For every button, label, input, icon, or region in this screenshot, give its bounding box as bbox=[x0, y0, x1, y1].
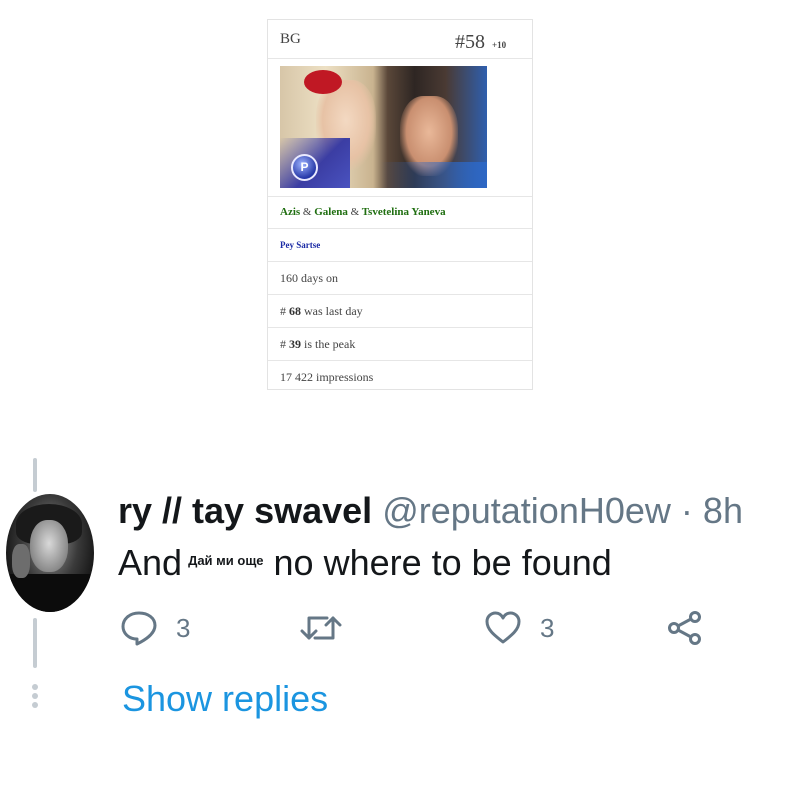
retweet-icon bbox=[300, 616, 342, 640]
days-on-row: 160 days on bbox=[268, 262, 532, 295]
impressions-row: 17 422 impressions bbox=[268, 361, 532, 394]
rank-change: +10 bbox=[492, 40, 507, 50]
impressions-text: 17 422 impressions bbox=[280, 370, 374, 384]
peak-suffix: is the peak bbox=[304, 337, 356, 351]
avatar-image bbox=[6, 494, 94, 612]
last-day-row: # 68 was last day bbox=[268, 295, 532, 328]
thread-line-bottom bbox=[33, 618, 37, 668]
artist-link[interactable]: Tsvetelina Yaneva bbox=[362, 206, 446, 218]
artist-separator: & bbox=[302, 206, 312, 218]
artist-link[interactable]: Galena bbox=[314, 206, 348, 218]
tweet-timestamp[interactable]: 8h bbox=[703, 490, 743, 531]
reply-icon bbox=[121, 611, 157, 646]
record-label-row: Pey Sartse bbox=[268, 229, 532, 262]
tweet-text: And Дай ми още no where to be found bbox=[118, 538, 612, 586]
country-code: BG bbox=[280, 31, 301, 47]
peak-row: # 39 is the peak bbox=[268, 328, 532, 361]
cover-flower bbox=[304, 70, 342, 94]
heart-icon bbox=[485, 611, 521, 644]
avatar[interactable] bbox=[6, 494, 94, 614]
artist-link[interactable]: Azis bbox=[280, 206, 300, 218]
chart-rank: #58 bbox=[455, 31, 485, 53]
last-day-rank: 68 bbox=[289, 304, 301, 318]
days-on-text: 160 days on bbox=[280, 271, 338, 285]
label-logo-icon: P bbox=[291, 154, 318, 181]
retweet-button[interactable] bbox=[300, 608, 360, 648]
tweet-text-start: And bbox=[118, 542, 183, 583]
thread-dot bbox=[32, 684, 38, 690]
cover-image[interactable]: P bbox=[280, 66, 487, 188]
tweet-text-small: Дай ми още bbox=[188, 553, 264, 568]
header-separator: · bbox=[680, 490, 693, 531]
avatar-face bbox=[30, 520, 68, 572]
chart-entry-card: BG #58 +10 P Azis & Galena & Tsvetelina … bbox=[267, 19, 533, 390]
thread-dot bbox=[32, 693, 38, 699]
peak-prefix: # bbox=[280, 337, 286, 351]
record-label-link[interactable]: Pey Sartse bbox=[280, 240, 320, 250]
artists-row: Azis & Galena & Tsvetelina Yaneva bbox=[268, 197, 532, 229]
thread-line-top bbox=[33, 458, 37, 492]
peak-rank: 39 bbox=[289, 337, 301, 351]
last-day-suffix: was last day bbox=[304, 304, 363, 318]
card-header: BG #58 +10 bbox=[268, 20, 532, 59]
reply-button[interactable]: 3 bbox=[120, 608, 190, 648]
like-button[interactable]: 3 bbox=[484, 608, 554, 648]
avatar-hand bbox=[12, 544, 30, 578]
last-day-prefix: # bbox=[280, 304, 286, 318]
share-button[interactable] bbox=[666, 608, 704, 648]
thread-dot bbox=[32, 702, 38, 708]
cover-row: P bbox=[268, 59, 532, 197]
reply-count: 3 bbox=[176, 612, 191, 643]
tweet-text-end: no where to be found bbox=[273, 542, 612, 583]
share-icon bbox=[668, 611, 701, 645]
tweet-header: ry // tay swavel @reputationH0ew · 8h bbox=[118, 488, 743, 534]
display-name[interactable]: ry // tay swavel bbox=[118, 490, 372, 531]
show-replies-link[interactable]: Show replies bbox=[122, 676, 328, 722]
cover-band-right bbox=[380, 162, 487, 188]
artist-separator: & bbox=[350, 206, 360, 218]
like-count: 3 bbox=[540, 612, 555, 643]
user-handle[interactable]: @reputationH0ew bbox=[382, 490, 671, 531]
avatar-body bbox=[10, 574, 90, 612]
